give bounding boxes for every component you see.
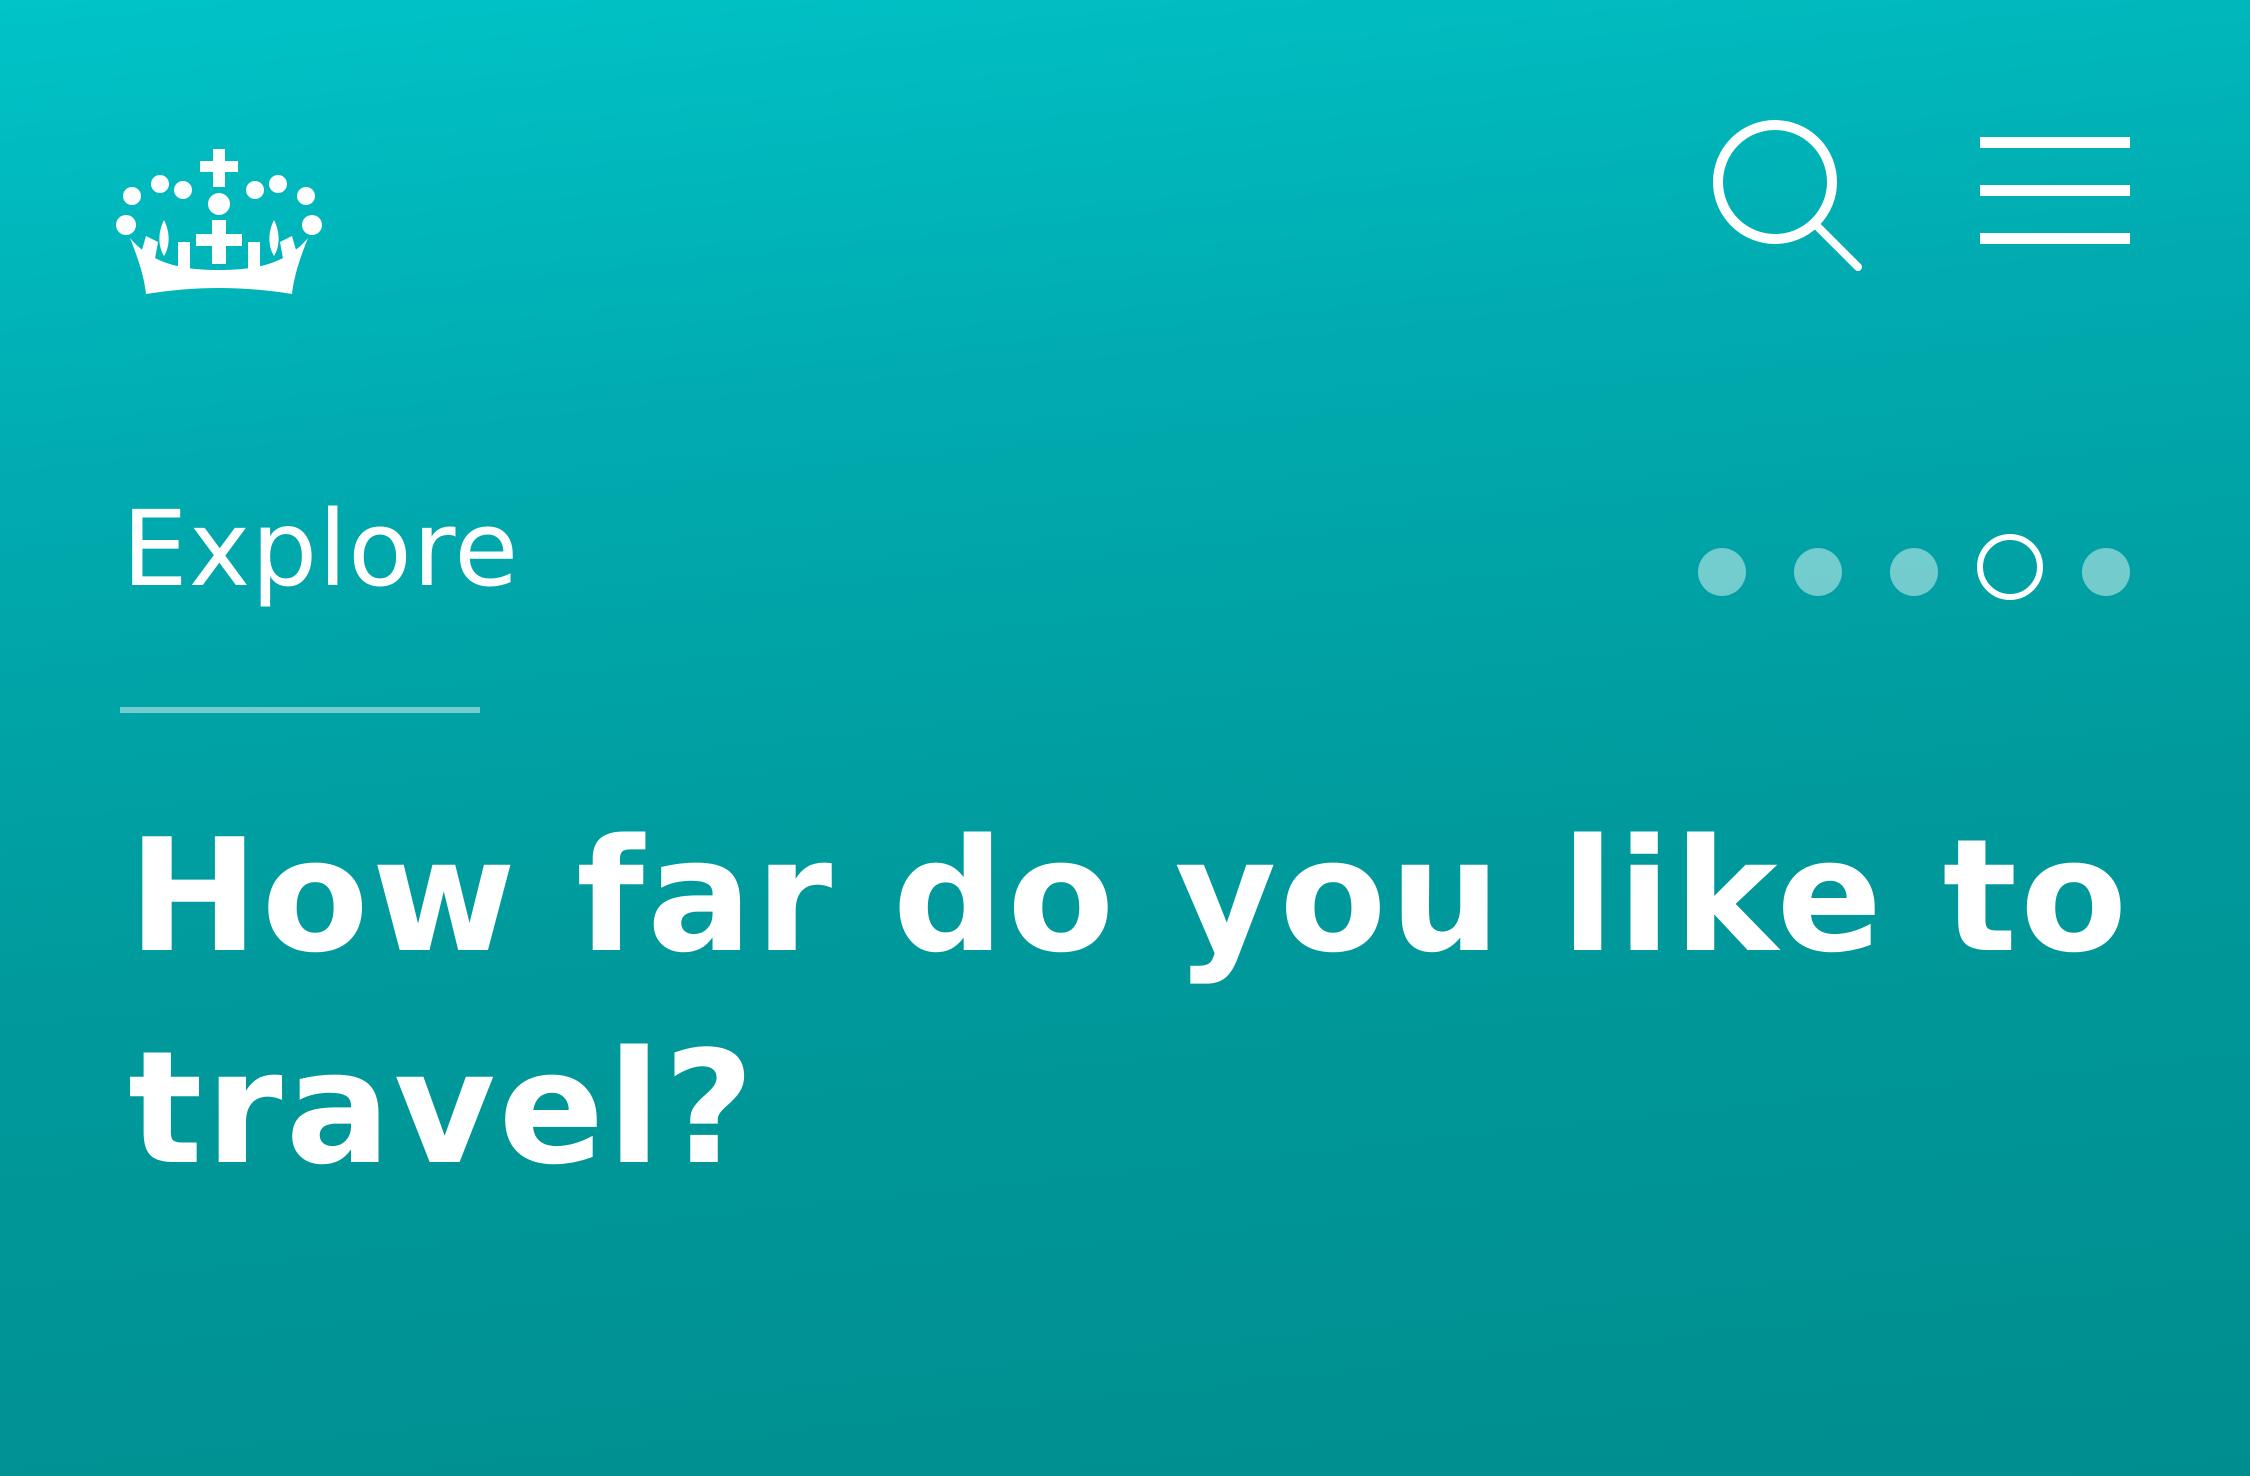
page-dot-4-active[interactable] [1977,534,2043,600]
search-icon [1713,120,1862,271]
page-dot-2[interactable] [1794,548,1842,596]
question-heading: How far do you like to travel? [128,805,2131,1199]
page-dot-1[interactable] [1698,548,1746,596]
search-button[interactable] [1708,116,1872,280]
section-divider [120,707,480,713]
screen: Explore How far do you like to travel? [0,0,2250,1476]
menu-bar-top [1980,137,2130,148]
menu-bar-bottom [1980,233,2130,244]
menu-bar-middle [1980,185,2130,196]
crown-icon [116,149,322,294]
menu-button[interactable] [1976,130,2132,252]
page-dot-5[interactable] [2082,548,2130,596]
page-dot-3[interactable] [1890,548,1938,596]
section-label: Explore [122,488,520,610]
page-indicator [1695,530,2135,610]
